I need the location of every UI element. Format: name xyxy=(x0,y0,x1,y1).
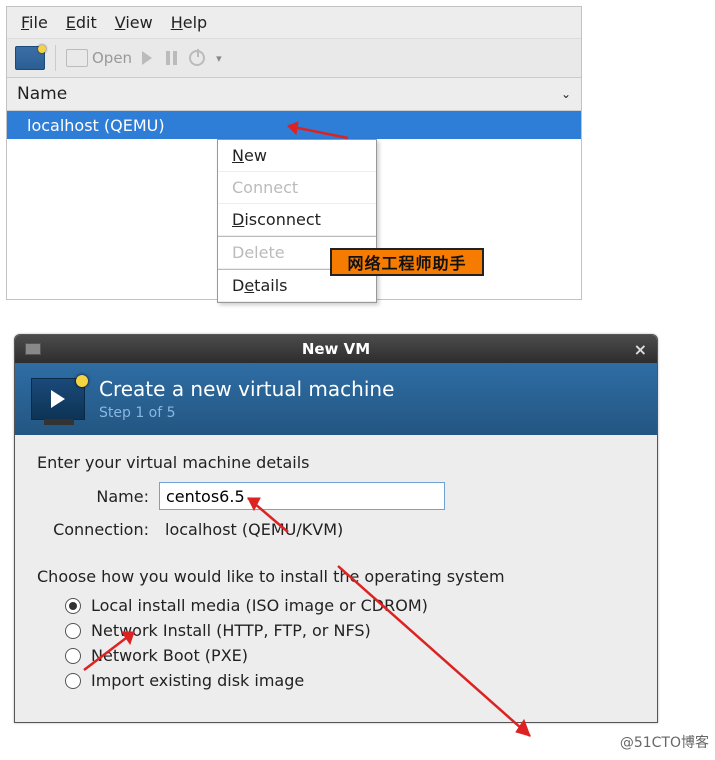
wizard-vm-icon xyxy=(31,378,85,420)
annotation-arrow xyxy=(76,626,146,676)
name-label: Name: xyxy=(37,487,149,506)
close-icon[interactable]: × xyxy=(634,340,647,359)
menu-help[interactable]: Help xyxy=(163,11,215,34)
wizard-header: Create a new virtual machine Step 1 of 5 xyxy=(15,363,657,435)
menu-file[interactable]: FFileile xyxy=(13,11,56,34)
annotation-arrow xyxy=(278,116,358,146)
virt-manager-window: FFileile Edit View Help Open ▾ Name ⌄ lo… xyxy=(6,6,582,300)
name-input[interactable] xyxy=(159,482,445,510)
vm-list-body: New Connect Disconnect Delete Details xyxy=(7,139,581,299)
vm-list: Name ⌄ localhost (QEMU) New Connect Disc… xyxy=(7,78,581,299)
open-label: Open xyxy=(92,49,132,67)
wizard-step: Step 1 of 5 xyxy=(99,405,394,421)
name-column-header[interactable]: Name ⌄ xyxy=(7,78,581,111)
watermark-badge: 网络工程师助手 xyxy=(330,248,484,276)
page-watermark: @51CTO博客 xyxy=(620,732,709,752)
chevron-down-icon: ⌄ xyxy=(561,87,571,101)
ctx-disconnect[interactable]: Disconnect xyxy=(218,204,376,236)
pause-icon[interactable] xyxy=(166,51,177,65)
toolbar: Open ▾ xyxy=(7,39,581,78)
wizard-title: Create a new virtual machine xyxy=(99,377,394,401)
connection-label: Connection: xyxy=(37,520,149,539)
new-vm-toolbar-button[interactable] xyxy=(15,46,45,70)
context-menu: New Connect Disconnect Delete Details xyxy=(217,139,377,303)
details-heading: Enter your virtual machine details xyxy=(37,453,635,472)
open-button[interactable]: Open xyxy=(66,49,132,67)
play-icon[interactable] xyxy=(142,51,152,65)
annotation-arrow xyxy=(330,560,550,750)
dialog-title: New VM xyxy=(302,340,370,358)
separator xyxy=(55,45,56,71)
titlebar: New VM × xyxy=(15,335,657,363)
radio-icon xyxy=(65,598,81,614)
app-icon xyxy=(25,343,41,355)
menubar: FFileile Edit View Help xyxy=(7,7,581,39)
ctx-connect: Connect xyxy=(218,172,376,204)
menu-view[interactable]: View xyxy=(107,11,161,34)
menu-edit[interactable]: Edit xyxy=(58,11,105,34)
chevron-down-icon[interactable]: ▾ xyxy=(216,52,222,65)
power-icon[interactable] xyxy=(189,50,205,66)
annotation-arrow xyxy=(240,492,300,538)
monitor-icon xyxy=(66,49,88,67)
